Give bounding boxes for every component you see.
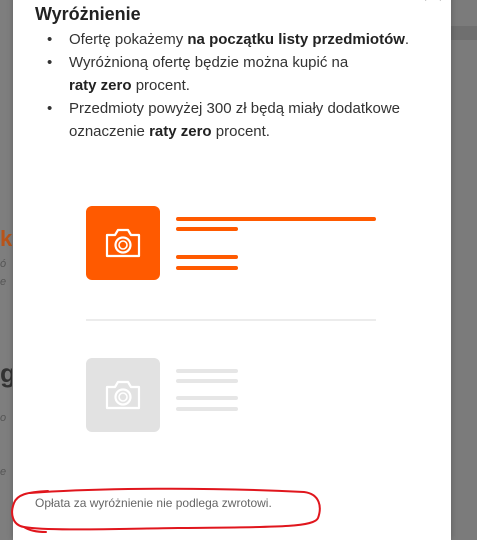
close-button[interactable]: [419, 0, 447, 6]
benefit-emphasis: na początku listy przedmiotów: [187, 31, 405, 48]
benefit-emphasis: raty zero: [149, 123, 212, 140]
benefit-item: Ofertę pokażemy na początku listy przedm…: [47, 28, 469, 51]
non-refundable-note: Opłata za wyróżnienie nie podlega zwroto…: [35, 496, 272, 510]
close-icon: [425, 0, 441, 1]
background-text-fragment: o: [0, 412, 7, 424]
background-page-left: [0, 0, 13, 540]
background-text-fragment: e: [0, 276, 7, 288]
background-text-fragment: e: [0, 466, 7, 478]
highlight-info-modal: Wyróżnienie Ofertę pokażemy na początku …: [13, 0, 451, 540]
featured-offer-thumbnail: [86, 206, 160, 280]
benefit-text: .: [404, 31, 410, 48]
benefit-text: procent.: [211, 123, 270, 140]
featured-offer-price-line: [176, 255, 238, 259]
benefit-text: procent.: [131, 77, 190, 94]
benefits-list: Ofertę pokażemy na początku listy przedm…: [35, 28, 469, 143]
regular-offer-subtitle-line: [176, 379, 238, 383]
benefit-text: Ofertę pokażemy: [69, 31, 188, 48]
benefit-emphasis: raty zero: [69, 77, 132, 94]
regular-offer-price-line: [176, 407, 238, 411]
background-text-fragment: g: [0, 358, 12, 388]
modal-title: Wyróżnienie: [35, 4, 141, 24]
background-text-fragment: k: [0, 226, 12, 251]
regular-offer-price-line: [176, 396, 238, 400]
featured-offer-title-line: [176, 217, 376, 221]
background-text-fragment: ó: [0, 258, 7, 270]
benefit-item: Wyróżnioną ofertę będzie można kupić na …: [47, 51, 469, 97]
camera-icon: [105, 228, 141, 258]
benefit-item: Przedmioty powyżej 300 zł będą miały dod…: [47, 97, 469, 143]
featured-offer-price-line: [176, 266, 238, 270]
illustration-divider: [86, 319, 376, 321]
regular-offer-title-line: [176, 369, 238, 373]
benefit-text: Wyróżnioną ofertę będzie można kupić na: [69, 54, 349, 71]
regular-offer-thumbnail: [86, 358, 160, 432]
camera-icon: [105, 380, 141, 410]
featured-offer-subtitle-line: [176, 227, 238, 231]
